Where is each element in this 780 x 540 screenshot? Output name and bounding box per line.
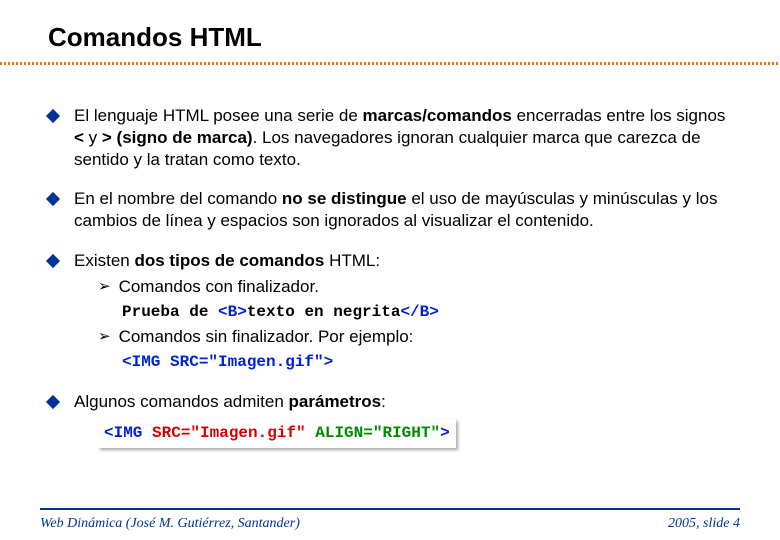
footer: Web Dinámica (José M. Gutiérrez, Santand…: [40, 516, 740, 532]
bullet-item: El lenguaje HTML posee una serie de marc…: [48, 105, 740, 170]
diamond-bullet-icon: [46, 192, 60, 206]
bullet-text: Existen dos tipos de comandos HTML:➢Coma…: [74, 250, 740, 374]
sub-item: ➢ Comandos con finalizador.: [98, 276, 740, 298]
diamond-bullet-icon: [46, 109, 60, 123]
bullet-text: En el nombre del comando no se distingue…: [74, 188, 740, 232]
diamond-bullet-icon: [46, 395, 60, 409]
sub-text: Comandos con finalizador.: [119, 276, 319, 298]
bullet-text: Algunos comandos admiten parámetros:<IMG…: [74, 391, 740, 448]
sub-text: Comandos sin finalizador. Por ejemplo:: [119, 326, 414, 348]
bullet-text: El lenguaje HTML posee una serie de marc…: [74, 105, 740, 170]
bullet-item: En el nombre del comando no se distingue…: [48, 188, 740, 232]
slide-content: El lenguaje HTML posee una serie de marc…: [0, 83, 780, 448]
arrow-icon: ➢: [98, 277, 111, 296]
bullet-item: Existen dos tipos de comandos HTML:➢Coma…: [48, 250, 740, 374]
title-rule: [0, 62, 780, 65]
code-box: <IMG SRC="Imagen.gif" ALIGN="RIGHT">: [98, 419, 456, 448]
code-line: <IMG SRC="Imagen.gif">: [122, 352, 740, 373]
footer-right: 2005, slide 4: [668, 516, 740, 532]
arrow-icon: ➢: [98, 327, 111, 346]
footer-left: Web Dinámica (José M. Gutiérrez, Santand…: [40, 516, 300, 532]
diamond-bullet-icon: [46, 254, 60, 268]
slide-title: Comandos HTML: [48, 22, 740, 53]
slide: Comandos HTML: [0, 0, 780, 53]
footer-rule: [40, 508, 740, 510]
code-line: Prueba de <B>texto en negrita</B>: [122, 302, 740, 323]
sub-item: ➢ Comandos sin finalizador. Por ejemplo:: [98, 326, 740, 348]
bullet-item: Algunos comandos admiten parámetros:<IMG…: [48, 391, 740, 448]
